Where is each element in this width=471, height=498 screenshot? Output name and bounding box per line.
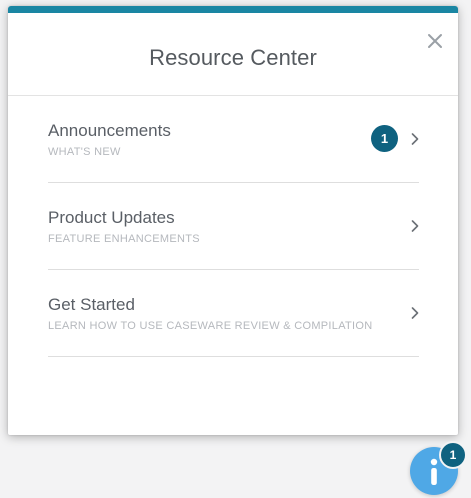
list-item-subtitle: WHAT'S NEW — [48, 146, 121, 158]
list-item-title: Product Updates — [48, 208, 175, 227]
chevron-right-icon — [411, 307, 419, 319]
list-item-title: Get Started — [48, 295, 135, 314]
chevron-right-icon — [411, 133, 419, 145]
list-item-title: Announcements — [48, 121, 171, 140]
resource-list: Announcements WHAT'S NEW 1 Product Updat… — [8, 96, 458, 357]
list-item-subtitle: LEARN HOW TO USE CASEWARE REVIEW & COMPI… — [48, 320, 373, 332]
resource-center-panel: Resource Center Announcements WHAT'S NEW… — [8, 6, 458, 435]
panel-title: Resource Center — [149, 45, 317, 70]
list-item-subtitle: FEATURE ENHANCEMENTS — [48, 233, 200, 245]
list-item-announcements[interactable]: Announcements WHAT'S NEW 1 — [48, 96, 419, 183]
chevron-right-icon — [411, 220, 419, 232]
panel-header: Resource Center — [8, 13, 458, 96]
list-item-get-started[interactable]: Get Started LEARN HOW TO USE CASEWARE RE… — [48, 270, 419, 357]
close-icon[interactable] — [426, 32, 444, 50]
list-item-product-updates[interactable]: Product Updates FEATURE ENHANCEMENTS — [48, 183, 419, 270]
launcher-notification-badge: 1 — [439, 441, 467, 469]
notification-badge: 1 — [371, 125, 398, 152]
